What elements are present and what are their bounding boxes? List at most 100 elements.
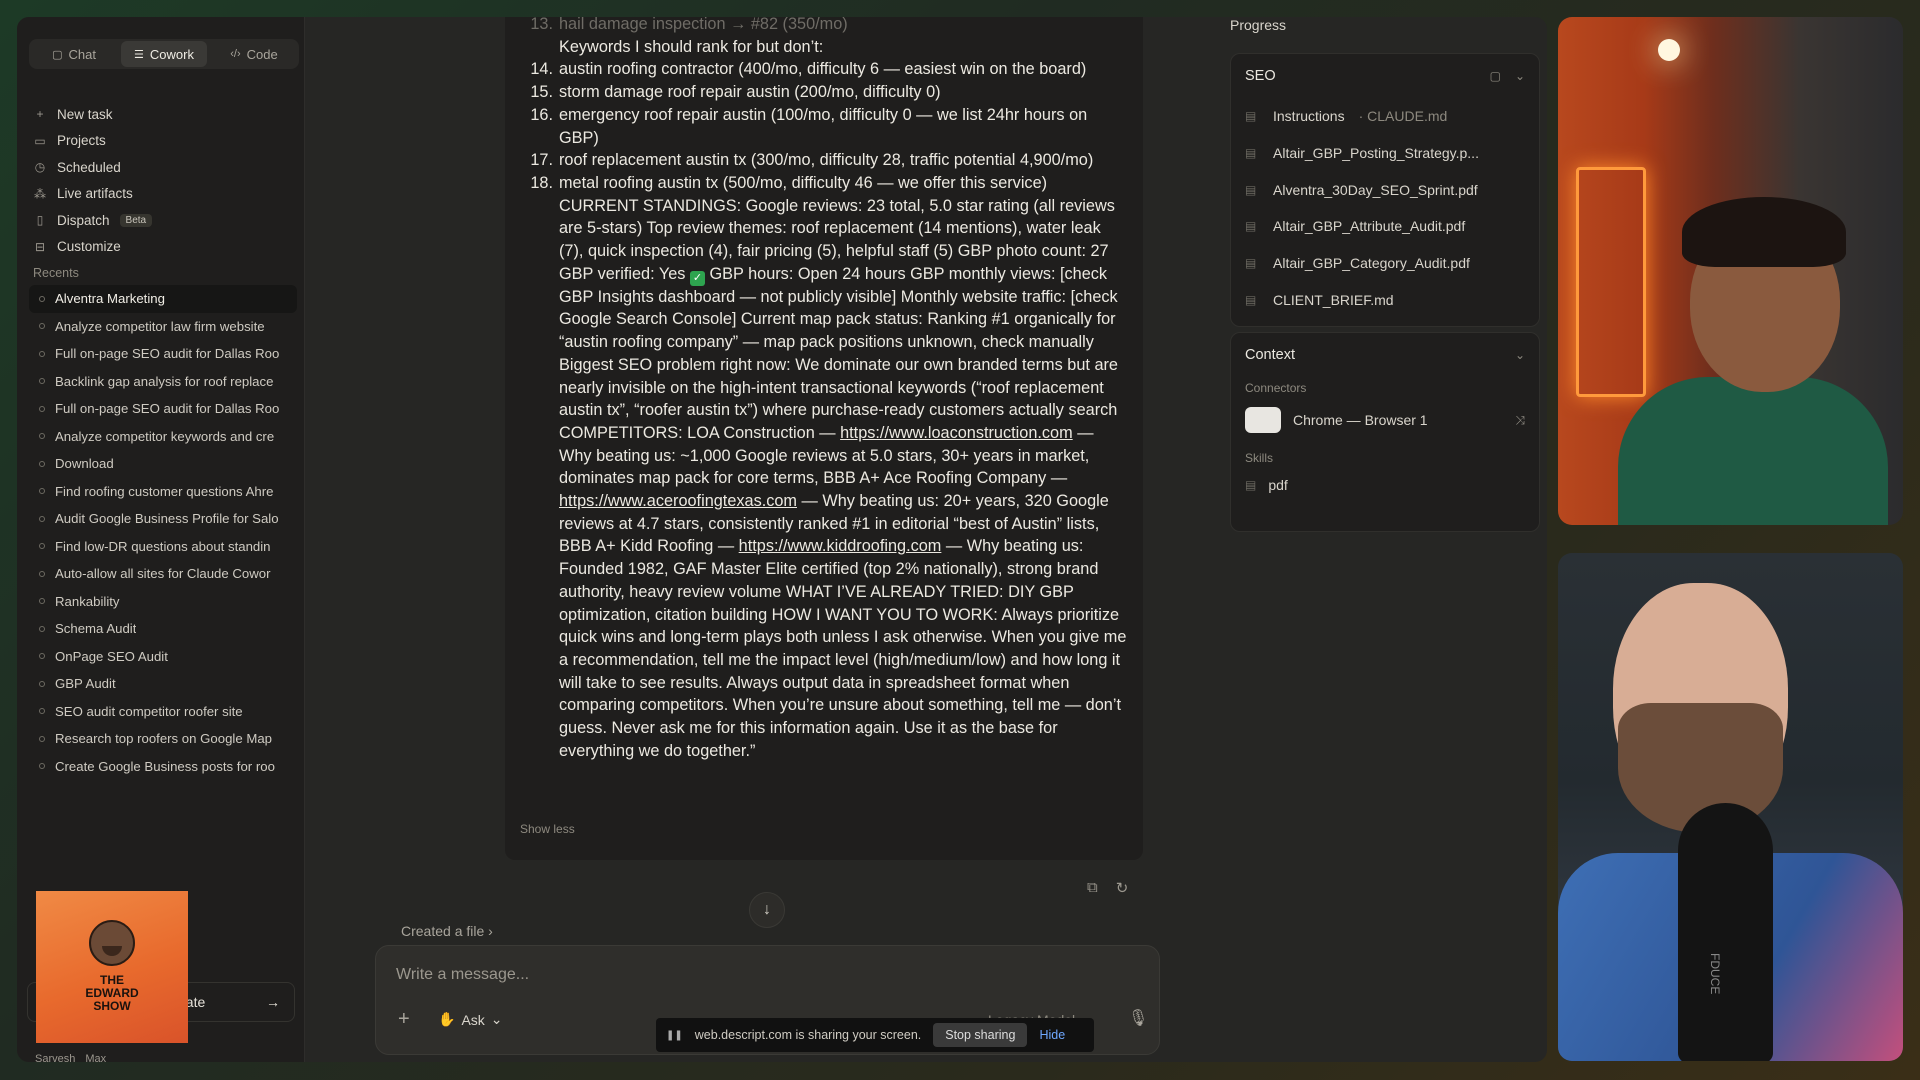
podcast-thumbnail: THE EDWARD SHOW: [36, 891, 188, 1043]
tab-cowork[interactable]: ☰ Cowork: [121, 41, 207, 67]
sidebar-item-label: Projects: [57, 133, 106, 149]
progress-label: Progress: [1230, 17, 1287, 33]
sidebar-item-label: Customize: [57, 239, 121, 255]
sidebar-item-scheduled[interactable]: ◷ Scheduled: [33, 154, 295, 181]
sidebar-item-live-artifacts[interactable]: ⁂ Live artifacts: [33, 181, 295, 208]
list-item[interactable]: Alventra Marketing: [29, 285, 297, 313]
status-dot-icon: [39, 680, 45, 687]
list-item[interactable]: Rankability: [29, 588, 297, 616]
context-card-title: Context: [1245, 347, 1295, 363]
tab-chat[interactable]: ▢ Chat: [31, 41, 117, 67]
scroll-down-button[interactable]: ↓: [749, 892, 785, 928]
skill-item[interactable]: ▤ pdf: [1231, 469, 1539, 501]
list-item[interactable]: Analyze competitor law firm website: [29, 313, 297, 341]
file-item-instructions[interactable]: ▤ Instructions · CLAUDE.md: [1231, 98, 1539, 135]
tab-code[interactable]: ‹/› Code: [211, 41, 297, 67]
lit-shelf: [1576, 167, 1646, 397]
chat-message-card: 13. hail damage inspection → #82 (350/mo…: [505, 17, 1143, 860]
list-item[interactable]: Auto-allow all sites for Claude Cowor: [29, 560, 297, 588]
list-item[interactable]: Full on-page SEO audit for Dallas Roo: [29, 395, 297, 423]
retry-icon[interactable]: ↻: [1116, 879, 1129, 897]
status-dot-icon: [39, 735, 45, 742]
status-dot-icon: [39, 323, 45, 330]
message-body: 13. hail damage inspection → #82 (350/mo…: [527, 17, 1127, 763]
file-item[interactable]: ▤ CLIENT_BRIEF.md: [1231, 281, 1539, 318]
user-row[interactable]: Sarvesh Max: [35, 1053, 106, 1062]
add-attachment-button[interactable]: +: [398, 1008, 410, 1031]
chevron-down-icon[interactable]: ⌄: [1515, 69, 1525, 83]
code-icon: ‹/›: [230, 48, 241, 60]
list-text-main: metal roofing austin tx (500/mo, difficu…: [559, 173, 1048, 192]
dispatch-icon: ▯: [36, 213, 44, 228]
file-item[interactable]: ▤ Altair_GBP_Posting_Strategy.p...: [1231, 135, 1539, 172]
list-item-label: Alventra Marketing: [55, 291, 165, 307]
sidebar-item-projects[interactable]: ▭ Projects: [33, 128, 295, 155]
hide-button[interactable]: Hide: [1039, 1028, 1065, 1042]
list-item[interactable]: Backlink gap analysis for roof replace: [29, 368, 297, 396]
show-less-button[interactable]: Show less: [520, 822, 575, 836]
ask-mode-dropdown[interactable]: ✋ Ask ⌄: [438, 1011, 503, 1028]
list-number: 14.: [530, 60, 553, 79]
chrome-logo-icon: [1245, 407, 1281, 433]
open-folder-icon[interactable]: ▢: [1490, 69, 1501, 83]
sidebar-item-dispatch[interactable]: ▯ Dispatch Beta: [33, 207, 295, 234]
list-item[interactable]: Analyze competitor keywords and cre: [29, 423, 297, 451]
pdf-file-icon: ▤: [1245, 219, 1257, 234]
chevron-down-icon[interactable]: ⌄: [1515, 348, 1525, 362]
podcast-title: THE EDWARD SHOW: [85, 973, 139, 1013]
copy-icon[interactable]: ⧉: [1087, 879, 1098, 897]
file-name: Alventra_30Day_SEO_Sprint.pdf: [1273, 181, 1478, 198]
file-item[interactable]: ▤ Altair_GBP_Category_Audit.pdf: [1231, 245, 1539, 282]
status-dot-icon: [39, 598, 45, 605]
screen-share-bar: ❚❚ web.descript.com is sharing your scre…: [656, 1018, 1094, 1052]
competitor-link[interactable]: https://www.aceroofingtexas.com: [559, 492, 797, 510]
chevron-right-icon: ›: [488, 923, 493, 939]
sidebar-nav: + New task ▭ Projects ◷ Scheduled ⁂ Live…: [33, 101, 295, 260]
file-name: Altair_GBP_Attribute_Audit.pdf: [1273, 218, 1466, 235]
microphone-icon[interactable]: 🎙: [1128, 1008, 1148, 1028]
list-item[interactable]: Find roofing customer questions Ahre: [29, 478, 297, 506]
stop-sharing-button[interactable]: Stop sharing: [933, 1023, 1028, 1047]
user-name: Sarvesh: [35, 1053, 76, 1062]
file-item[interactable]: ▤ Alventra_30Day_SEO_Sprint.pdf: [1231, 171, 1539, 208]
shuffle-icon[interactable]: ⤨: [1515, 413, 1525, 428]
file-subtitle: · CLAUDE.md: [1358, 108, 1448, 125]
list-item[interactable]: Find low-DR questions about standin: [29, 533, 297, 561]
claude-app-window: ▢ Chat ☰ Cowork ‹/› Code + New task ▭ Pr…: [17, 17, 1547, 1062]
message-input[interactable]: [396, 966, 1096, 984]
list-item[interactable]: Schema Audit: [29, 615, 297, 643]
status-dot-icon: [39, 488, 45, 495]
list-text: metal roofing austin tx (500/mo, difficu…: [559, 172, 1127, 763]
competitor-link[interactable]: https://www.loaconstruction.com: [840, 424, 1073, 442]
tab-code-label: Code: [246, 46, 278, 62]
tab-chat-label: Chat: [68, 46, 96, 62]
list-item[interactable]: SEO audit competitor roofer site: [29, 698, 297, 726]
list-item[interactable]: Create Google Business posts for roo: [29, 753, 297, 781]
competitor-link[interactable]: https://www.kiddroofing.com: [739, 537, 942, 555]
list-item-label: Auto-allow all sites for Claude Cowor: [55, 566, 271, 582]
list-text: storm damage roof repair austin (200/mo,…: [559, 83, 941, 102]
skill-file-icon: ▤: [1245, 478, 1257, 492]
file-icon: ▤: [1245, 109, 1257, 124]
list-item[interactable]: Research top roofers on Google Map: [29, 725, 297, 753]
list-item[interactable]: Audit Google Business Profile for Salo: [29, 505, 297, 533]
list-item[interactable]: Full on-page SEO audit for Dallas Roo: [29, 340, 297, 368]
context-card-header[interactable]: Context ⌄: [1231, 333, 1539, 377]
progress-header[interactable]: Progress: [1230, 17, 1540, 33]
file-item[interactable]: ▤ Altair_GBP_Attribute_Audit.pdf: [1231, 208, 1539, 245]
context-card: Context ⌄ Connectors Chrome — Browser 1 …: [1230, 332, 1540, 532]
list-item[interactable]: GBP Audit: [29, 670, 297, 698]
list-item[interactable]: Download: [29, 450, 297, 478]
list-item-label: Schema Audit: [55, 621, 137, 637]
sidebar-item-new-task[interactable]: + New task: [33, 101, 295, 128]
mode-tabs: ▢ Chat ☰ Cowork ‹/› Code: [29, 39, 299, 69]
list-item-label: Find low-DR questions about standin: [55, 538, 271, 554]
list-item[interactable]: OnPage SEO Audit: [29, 643, 297, 671]
sidebar-item-customize[interactable]: ⊟ Customize: [33, 234, 295, 261]
list-item-label: Find roofing customer questions Ahre: [55, 483, 274, 499]
seo-card-header[interactable]: SEO ▢ ⌄: [1231, 54, 1539, 98]
status-dot-icon: [39, 295, 45, 302]
list-item-label: GBP Audit: [55, 676, 116, 692]
created-file-link[interactable]: Created a file ›: [401, 923, 493, 939]
connector-item[interactable]: Chrome — Browser 1 ⤨: [1231, 399, 1539, 441]
